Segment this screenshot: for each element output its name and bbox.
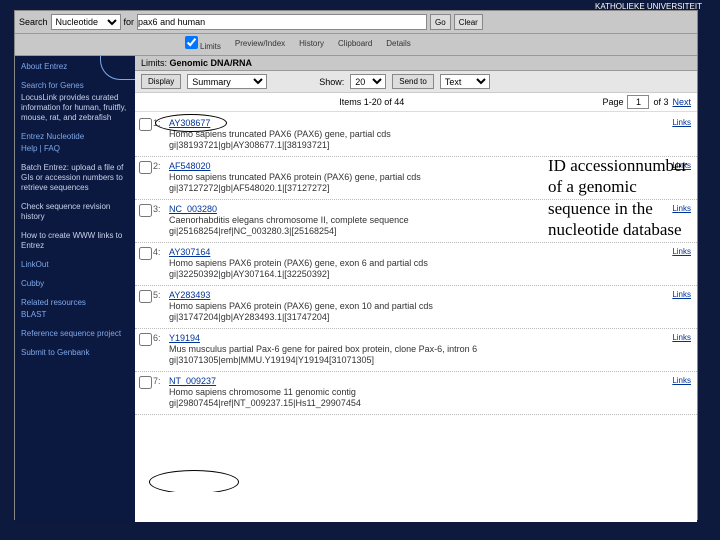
limits-checkbox[interactable] [185, 36, 198, 49]
row-desc: Homo sapiens PAX6 protein (PAX6) gene, e… [169, 258, 633, 268]
row-num: 1: [153, 118, 169, 150]
page-input[interactable] [627, 95, 649, 109]
results-list: 1:AY308677Homo sapiens truncated PAX6 (P… [135, 112, 697, 415]
row-gi: gi|29807454|ref|NT_009237.15|Hs11_299074… [169, 398, 633, 408]
row-gi: gi|25168254|ref|NC_003280.3|[25168254] [169, 226, 633, 236]
for-label: for [124, 17, 135, 27]
show-label: Show: [319, 77, 344, 87]
page-label: Page [602, 97, 623, 107]
items-count: Items 1-20 of 44 [141, 97, 602, 107]
result-row: 6:Y19194Mus musculus partial Pax-6 gene … [135, 329, 697, 372]
row-checkbox[interactable] [139, 118, 152, 131]
row-desc: Homo sapiens truncated PAX6 (PAX6) gene,… [169, 129, 633, 139]
sidebar-cubby[interactable]: Cubby [21, 279, 129, 289]
accession-link[interactable]: AF548020 [169, 161, 211, 171]
tab-history[interactable]: History [299, 39, 324, 48]
row-num: 6: [153, 333, 169, 365]
sidebar-linkout[interactable]: LinkOut [21, 260, 129, 270]
sidebar-about[interactable]: About Entrez [21, 62, 129, 72]
clear-button[interactable]: Clear [454, 14, 483, 30]
limits-bar: Limits: Genomic DNA/RNA [135, 56, 697, 71]
accession-link[interactable]: AY283493 [169, 290, 210, 300]
row-num: 5: [153, 290, 169, 322]
row-desc: Homo sapiens PAX6 protein (PAX6) gene, e… [169, 301, 633, 311]
search-bar: Search Nucleotide for Go Clear [15, 11, 697, 34]
sidebar-search-genes[interactable]: Search for Genes [21, 81, 129, 91]
row-checkbox[interactable] [139, 247, 152, 260]
sidebar-entrez-nuc: Entrez Nucleotide [21, 132, 129, 142]
pager: Items 1-20 of 44 Page of 3 Next [135, 93, 697, 112]
next-link[interactable]: Next [672, 97, 691, 107]
sidebar-submit[interactable]: Submit to Genbank [21, 348, 129, 358]
sendto-button[interactable]: Send to [392, 74, 434, 89]
tab-clipboard[interactable]: Clipboard [338, 39, 372, 48]
accession-link[interactable]: NC_003280 [169, 204, 217, 214]
tab-details[interactable]: Details [386, 39, 410, 48]
db-select[interactable]: Nucleotide [51, 14, 121, 30]
row-checkbox[interactable] [139, 161, 152, 174]
format-select[interactable]: Summary [187, 74, 267, 89]
page-of: of 3 [653, 97, 668, 107]
links-link[interactable]: Links [672, 290, 691, 299]
limits-label: Limits: [141, 58, 167, 68]
accession-link[interactable]: AY307164 [169, 247, 210, 257]
links-link[interactable]: Links [672, 118, 691, 127]
tab-preview[interactable]: Preview/Index [235, 39, 285, 48]
show-select[interactable]: 20 [350, 74, 386, 89]
annotation-circle-2 [149, 470, 239, 492]
go-button[interactable]: Go [430, 14, 451, 30]
links-link[interactable]: Links [672, 161, 691, 170]
sendto-select[interactable]: Text [440, 74, 490, 89]
tab-limits[interactable]: Limits [185, 36, 221, 51]
result-row: 7:NT_009237Homo sapiens chromosome 11 ge… [135, 372, 697, 415]
display-button[interactable]: Display [141, 74, 181, 89]
sidebar-help-faq[interactable]: Help | FAQ [21, 144, 129, 154]
links-link[interactable]: Links [672, 204, 691, 213]
result-row: 1:AY308677Homo sapiens truncated PAX6 (P… [135, 114, 697, 157]
accession-link[interactable]: AY308677 [169, 118, 210, 128]
row-gi: gi|37127272|gb|AF548020.1|[37127272] [169, 183, 633, 193]
sidebar-batch[interactable]: Batch Entrez: upload a file of GIs or ac… [21, 163, 129, 193]
row-checkbox[interactable] [139, 290, 152, 303]
toolbar: Display Summary Show: 20 Send to Text [135, 71, 697, 93]
row-num: 2: [153, 161, 169, 193]
links-link[interactable]: Links [672, 333, 691, 342]
row-desc: Mus musculus partial Pax-6 gene for pair… [169, 344, 633, 354]
row-desc: Caenorhabditis elegans chromosome II, co… [169, 215, 633, 225]
main-panel: Limits: Genomic DNA/RNA Display Summary … [135, 56, 697, 522]
app-window: Search Nucleotide for Go Clear Limits Pr… [14, 10, 698, 520]
links-link[interactable]: Links [672, 247, 691, 256]
tab-bar: Limits Preview/Index History Clipboard D… [15, 34, 697, 56]
sidebar-refseq[interactable]: Reference sequence project [21, 329, 129, 339]
search-input[interactable] [137, 14, 427, 30]
sidebar-search-genes-desc: LocusLink provides curated information f… [21, 93, 129, 123]
accession-link[interactable]: Y19194 [169, 333, 200, 343]
row-num: 3: [153, 204, 169, 236]
search-label: Search [19, 17, 48, 27]
sidebar-revhist[interactable]: Check sequence revision history [21, 202, 129, 222]
result-row: 2:AF548020Homo sapiens truncated PAX6 pr… [135, 157, 697, 200]
accession-link[interactable]: NT_009237 [169, 376, 216, 386]
row-gi: gi|38193721|gb|AY308677.1|[38193721] [169, 140, 633, 150]
result-row: 3:NC_003280Caenorhabditis elegans chromo… [135, 200, 697, 243]
sidebar-wwwlinks[interactable]: How to create WWW links to Entrez [21, 231, 129, 251]
row-checkbox[interactable] [139, 333, 152, 346]
sidebar: About Entrez Search for Genes LocusLink p… [15, 56, 135, 522]
row-gi: gi|32250392|gb|AY307164.1|[32250392] [169, 269, 633, 279]
result-row: 4:AY307164Homo sapiens PAX6 protein (PAX… [135, 243, 697, 286]
row-checkbox[interactable] [139, 204, 152, 217]
limits-value: Genomic DNA/RNA [170, 58, 253, 68]
row-checkbox[interactable] [139, 376, 152, 389]
result-row: 5:AY283493Homo sapiens PAX6 protein (PAX… [135, 286, 697, 329]
row-num: 7: [153, 376, 169, 408]
row-gi: gi|31747204|gb|AY283493.1|[31747204] [169, 312, 633, 322]
links-link[interactable]: Links [672, 376, 691, 385]
row-gi: gi|31071305|emb|MMU.Y19194|Y19194[310713… [169, 355, 633, 365]
sidebar-blast[interactable]: BLAST [21, 310, 129, 320]
row-desc: Homo sapiens truncated PAX6 protein (PAX… [169, 172, 633, 182]
row-num: 4: [153, 247, 169, 279]
sidebar-related: Related resources [21, 298, 129, 308]
row-desc: Homo sapiens chromosome 11 genomic conti… [169, 387, 633, 397]
